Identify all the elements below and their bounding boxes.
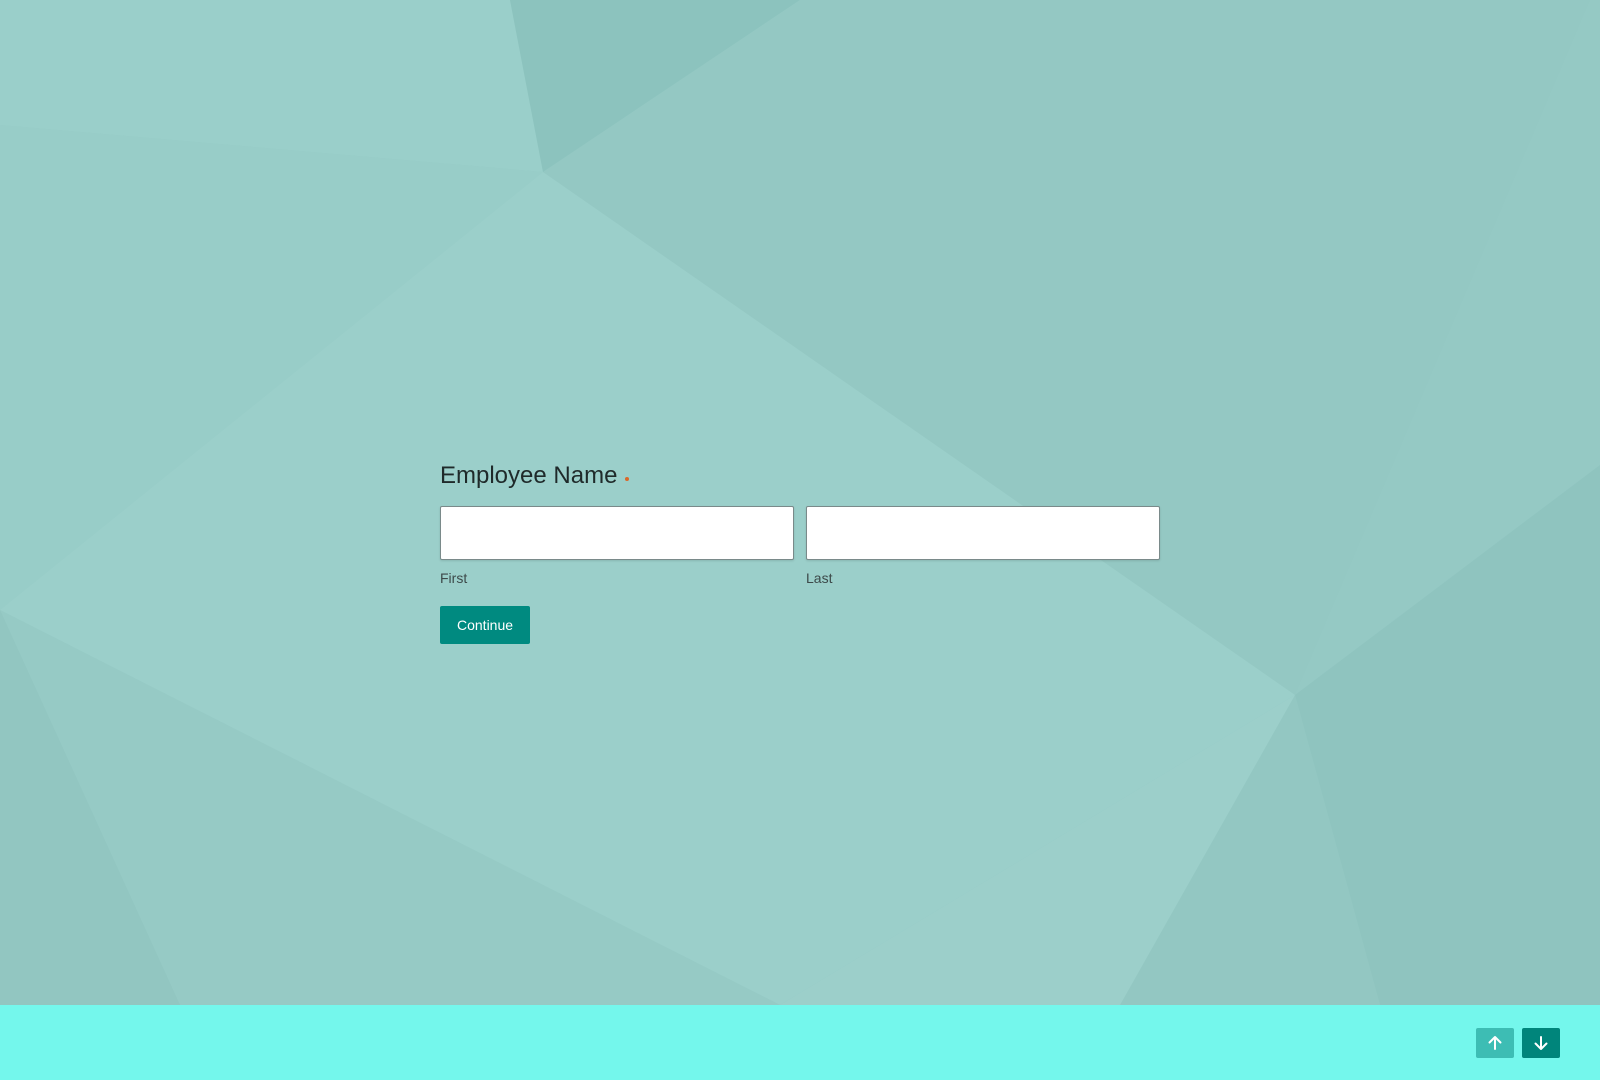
required-indicator-icon (625, 477, 630, 481)
first-name-group: First (440, 506, 794, 587)
first-name-input[interactable] (440, 506, 794, 560)
footer-bar (0, 1005, 1600, 1080)
last-name-input[interactable] (806, 506, 1160, 560)
last-name-group: Last (806, 506, 1160, 587)
question-label: Employee Name (440, 460, 1160, 492)
employee-name-form: Employee Name First Last Continue (440, 460, 1160, 644)
name-fields: First Last (440, 506, 1160, 587)
first-name-sublabel: First (440, 570, 468, 586)
arrow-up-icon (1488, 1036, 1502, 1050)
previous-question-button[interactable] (1476, 1028, 1514, 1058)
arrow-down-icon (1534, 1036, 1548, 1050)
question-title: Employee Name (440, 462, 618, 489)
last-name-sublabel: Last (806, 570, 833, 586)
next-question-button[interactable] (1522, 1028, 1560, 1058)
continue-button[interactable]: Continue (440, 606, 531, 644)
